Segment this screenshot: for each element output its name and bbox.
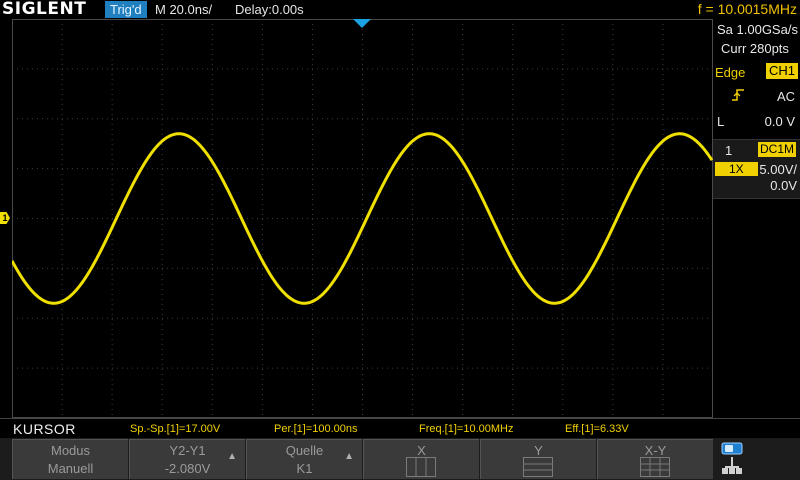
frequency-counter: f = 10.0015MHz (697, 1, 797, 17)
softkey-value: Manuell (47, 461, 94, 476)
measurement-bar (0, 418, 800, 439)
waveform-grid (12, 19, 713, 418)
softkey-value: -2.080V (164, 461, 211, 476)
timebase-readout[interactable]: M 20.0ns/ (155, 0, 212, 19)
sample-rate: Sa 1.00GSa/s (717, 22, 798, 37)
trigger-level-value[interactable]: 0.0 V (765, 114, 795, 129)
status-bar: SIGLENT Trig'd M 20.0ns/ Delay:0.00s f =… (0, 0, 800, 19)
softkey-value: K1 (296, 461, 313, 476)
network-icon[interactable] (720, 441, 746, 477)
memory-depth: Curr 280pts (721, 41, 789, 56)
trigger-coupling[interactable]: AC (777, 89, 795, 104)
brand-logo: SIGLENT (2, 0, 87, 19)
trigger-level-label: L (717, 114, 725, 129)
xy-cursor-icon (640, 457, 670, 477)
measurement-peak-to-peak: Sp.-Sp.[1]=17.00V (130, 423, 221, 435)
softkey-y-cursor[interactable]: Y (480, 439, 596, 479)
channel-number: 1 (725, 143, 733, 158)
volts-per-div[interactable]: 5.00V/ (759, 162, 797, 177)
rising-edge-icon (732, 89, 744, 101)
softkey-mode[interactable]: Modus Manuell (12, 439, 128, 479)
softkey-xy-cursor[interactable]: X-Y (597, 439, 713, 479)
menu-title: KURSOR (13, 421, 76, 437)
softkey-label: Modus (50, 443, 91, 458)
channel-offset[interactable]: 0.0V (770, 178, 797, 193)
waveform-display[interactable] (12, 19, 713, 418)
softkey-delta-y[interactable]: Y2-Y1 -2.080V ▲ (129, 439, 245, 479)
softkey-label: Y (534, 443, 543, 458)
probe-attenuation-badge[interactable]: 1X (715, 162, 758, 176)
measurement-rms: Eff.[1]=6.33V (565, 423, 629, 435)
info-panel: Sa 1.00GSa/s Curr 280pts Edge CH1 AC L 0… (713, 19, 800, 418)
trigger-source-badge[interactable]: CH1 (766, 63, 799, 79)
softkey-x-cursor[interactable]: X (363, 439, 479, 479)
adjust-arrow-icon: ▲ (227, 451, 237, 462)
x-cursor-icon (406, 457, 436, 477)
softkey-label: X-Y (644, 443, 667, 458)
measurement-frequency: Freq.[1]=10.00MHz (419, 423, 514, 435)
softkey-source[interactable]: Quelle K1 ▲ (246, 439, 362, 479)
adjust-arrow-icon: ▲ (344, 451, 354, 462)
trigger-type[interactable]: Edge (715, 65, 745, 80)
trigger-status-badge[interactable]: Trig'd (105, 1, 147, 18)
channel-coupling-badge[interactable]: DC1M (758, 142, 797, 157)
y-cursor-icon (523, 457, 553, 477)
measurement-period: Per.[1]=100.00ns (274, 423, 358, 435)
softkey-label: X (417, 443, 426, 458)
ch1-ground-marker-icon[interactable]: 1 (0, 212, 10, 224)
trigger-position-marker-icon[interactable] (353, 19, 371, 28)
delay-readout[interactable]: Delay:0.00s (235, 0, 304, 19)
